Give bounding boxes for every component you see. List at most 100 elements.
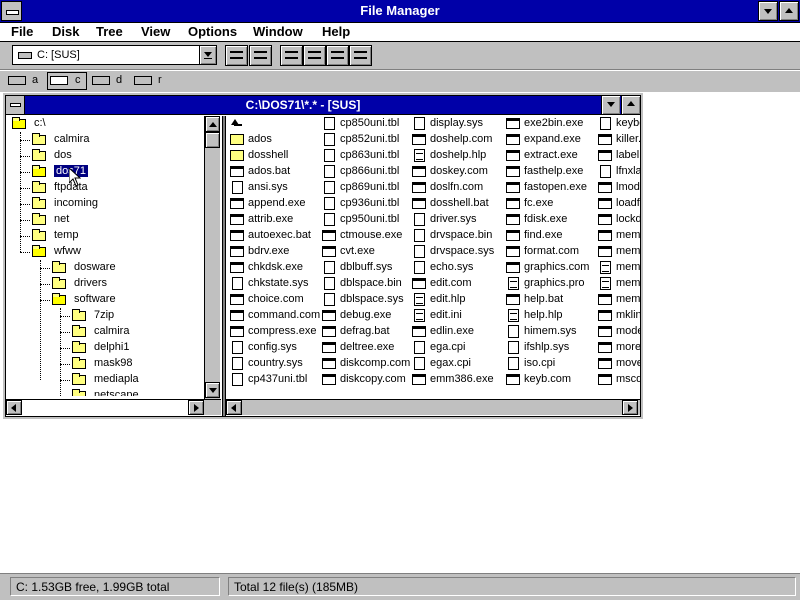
arrow-right-icon (194, 404, 199, 412)
directory-window[interactable]: C:\DOS71\*.* - [SUS] c:\ calmira dos ftp… (3, 93, 643, 419)
folder-icon (72, 373, 86, 385)
menu-bar: File Disk Tree View Options Window Help (0, 23, 800, 42)
tree-item-label: 7zip (94, 309, 115, 321)
drive-a-label: a (32, 74, 39, 86)
files-horizontal-scrollbar[interactable] (226, 399, 640, 415)
file-name: keybo (616, 117, 640, 129)
drive-c[interactable]: c (47, 72, 87, 90)
tree-vertical-scrollbar[interactable] (204, 116, 220, 399)
menu-options[interactable]: Options (188, 24, 237, 39)
folder-icon (32, 213, 46, 225)
program-file-icon (412, 326, 426, 337)
program-file-icon (598, 134, 612, 145)
ram-drive-icon (134, 76, 152, 85)
file-name: ctmouse.exe (340, 229, 403, 241)
file-icon (232, 357, 243, 370)
sort-by-name-button[interactable] (280, 45, 303, 66)
folder-icon (32, 229, 46, 241)
program-file-icon (598, 374, 612, 385)
file-name: choice.com (248, 293, 304, 305)
floppy-drive-icon (8, 76, 26, 85)
menu-file[interactable]: File (11, 24, 33, 39)
menu-window[interactable]: Window (253, 24, 303, 39)
file-name: ados (248, 133, 272, 145)
file-name: fc.exe (524, 197, 554, 209)
tree-item-label: software (74, 293, 116, 305)
file-name: mklink (616, 309, 640, 321)
scroll-right-button[interactable] (188, 400, 204, 415)
file-name: drvspace.bin (430, 229, 493, 241)
directory-tree[interactable]: c:\ calmira dos dos71 ftpdata incoming n… (6, 116, 206, 396)
child-minimize-button[interactable] (601, 96, 620, 114)
file-name: dblspace.sys (340, 293, 404, 305)
maximize-button[interactable] (779, 1, 799, 21)
properties-button[interactable] (349, 45, 372, 66)
connect-drive-button[interactable] (225, 45, 248, 66)
menu-tree[interactable]: Tree (96, 24, 123, 39)
arrow-right-icon (628, 404, 633, 412)
file-icon (324, 261, 335, 274)
file-icon (232, 181, 243, 194)
file-name: cp863uni.tbl (340, 149, 400, 161)
menu-help[interactable]: Help (322, 24, 350, 39)
tree-horizontal-scrollbar[interactable] (6, 399, 221, 415)
program-file-icon (506, 182, 520, 193)
tree-item-label: wfww (54, 245, 81, 257)
program-file-icon (230, 294, 244, 305)
document-file-icon (414, 309, 425, 322)
file-icon (508, 341, 519, 354)
file-name: command.com (248, 309, 321, 321)
program-file-icon (322, 358, 336, 369)
scroll-left-button[interactable] (6, 400, 22, 415)
file-name: ifshlp.sys (524, 341, 570, 353)
child-maximize-button[interactable] (621, 96, 640, 114)
file-name: dosshell (248, 149, 289, 161)
minimize-button[interactable] (758, 1, 778, 21)
file-icon (324, 133, 335, 146)
file-icon (414, 229, 425, 242)
scroll-down-button[interactable] (205, 382, 220, 398)
drive-dropdown-arrow[interactable] (199, 46, 216, 64)
new-window-button[interactable] (326, 45, 349, 66)
file-name: memm (616, 293, 640, 305)
menu-view[interactable]: View (141, 24, 170, 39)
file-name: exe2bin.exe (524, 117, 584, 129)
hard-drive-icon (18, 52, 32, 59)
scroll-up-button[interactable] (205, 116, 220, 132)
scroll-right-button[interactable] (622, 400, 638, 415)
folder-icon (72, 389, 86, 396)
file-list[interactable]: ados dosshell ados.bat ansi.sys append.exe at… (226, 116, 640, 396)
file-name: killer. (616, 133, 640, 145)
program-file-icon (506, 230, 520, 241)
file-name: cp850uni.tbl (340, 117, 400, 129)
arrow-down-icon (209, 388, 217, 393)
file-name: debug.exe (340, 309, 392, 321)
disconnect-drive-button[interactable] (249, 45, 272, 66)
drive-a[interactable]: a (8, 73, 42, 89)
file-icon (414, 261, 425, 274)
program-file-icon (230, 166, 244, 177)
scroll-thumb[interactable] (205, 132, 220, 148)
scroll-left-button[interactable] (226, 400, 242, 415)
main-title-bar[interactable]: File Manager (0, 0, 800, 23)
file-name: keyb.com (524, 373, 572, 385)
directory-window-title-bar[interactable]: C:\DOS71\*.* - [SUS] (6, 96, 640, 115)
program-file-icon (598, 182, 612, 193)
program-file-icon (322, 246, 336, 257)
program-file-icon (322, 230, 336, 241)
open-folder-icon (52, 293, 66, 305)
drive-selector[interactable]: C: [SUS] (12, 45, 217, 65)
drive-bar: a c d r (0, 71, 800, 92)
sort-by-type-button[interactable] (303, 45, 326, 66)
file-icon (324, 197, 335, 210)
program-file-icon (412, 198, 426, 209)
file-name: deltree.exe (340, 341, 395, 353)
file-name: ados.bat (248, 165, 291, 177)
file-name: autoexec.bat (248, 229, 311, 241)
drive-r[interactable]: r (134, 73, 168, 89)
file-name: drvspace.sys (430, 245, 495, 257)
drive-d[interactable]: d (92, 73, 126, 89)
folder-icon (52, 261, 66, 273)
menu-disk[interactable]: Disk (52, 24, 79, 39)
program-file-icon (230, 310, 244, 321)
